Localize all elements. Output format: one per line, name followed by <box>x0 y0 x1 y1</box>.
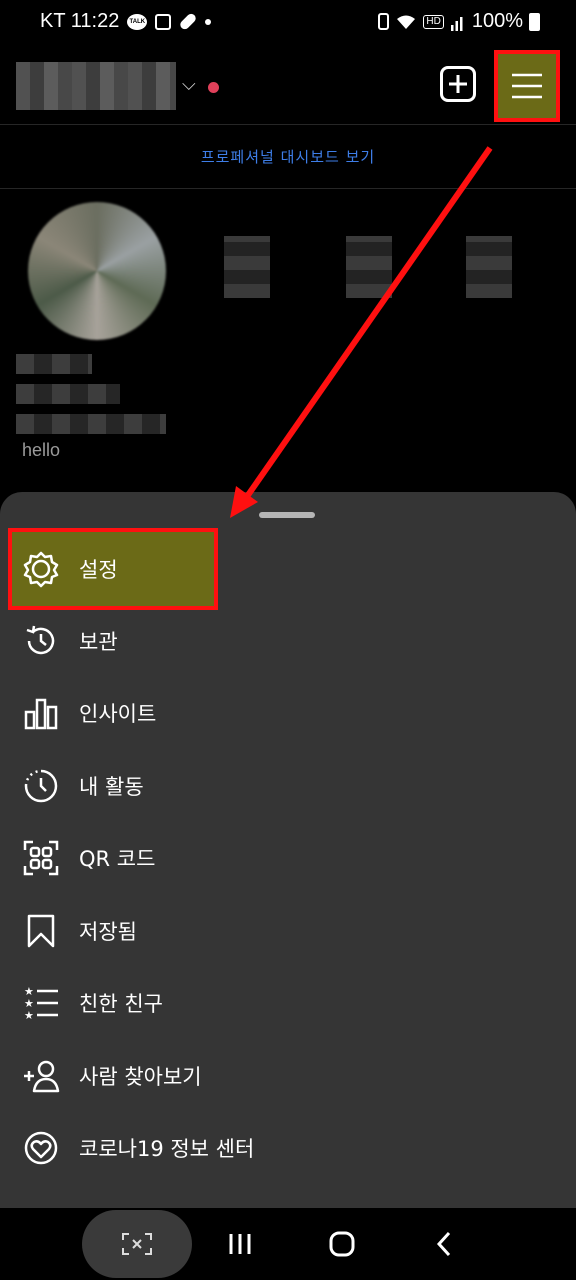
back-button[interactable] <box>424 1226 464 1262</box>
menu-item-your-activity[interactable]: 내 활동 <box>0 756 576 816</box>
plus-icon <box>449 75 467 93</box>
close-friends-icon: ★ ★ ★ <box>20 982 62 1024</box>
bookmark-icon <box>20 910 62 952</box>
menu-item-label: 저장됨 <box>79 920 137 944</box>
qr-code-icon <box>20 837 62 879</box>
sheet-drag-handle[interactable] <box>259 512 315 518</box>
menu-button[interactable] <box>494 50 560 122</box>
back-icon <box>436 1231 451 1257</box>
screen-capture-button[interactable] <box>82 1210 192 1278</box>
pill-icon <box>178 11 198 32</box>
menu-item-insights[interactable]: 인사이트 <box>0 683 576 743</box>
carrier-time: KT 11:22 <box>40 10 120 32</box>
bio-line-blurred <box>16 384 120 404</box>
recents-button[interactable] <box>220 1226 260 1262</box>
bottom-sheet-menu: 설정 보관 인사이트 내 활동 QR 코드 저장됨 ★ ★ ★ 친한 친구 사람… <box>0 492 576 1208</box>
signal-icon <box>450 16 463 31</box>
nfc-icon <box>378 13 390 30</box>
menu-item-settings[interactable]: 설정 <box>8 528 218 610</box>
discover-people-icon <box>20 1055 62 1097</box>
divider <box>0 124 576 125</box>
bio-line-blurred <box>16 414 166 434</box>
menu-item-label: 보관 <box>79 630 118 654</box>
menu-item-archive[interactable]: 보관 <box>0 611 576 671</box>
menu-item-label: 사람 찾아보기 <box>79 1065 202 1089</box>
chevron-down-icon[interactable]: ⌵ <box>182 74 196 95</box>
dot-icon <box>205 18 212 25</box>
notification-dot <box>208 82 219 93</box>
menu-item-close-friends[interactable]: ★ ★ ★ 친한 친구 <box>0 973 576 1033</box>
menu-item-saved[interactable]: 저장됨 <box>0 901 576 961</box>
menu-item-label: 설정 <box>79 558 118 582</box>
display-name-blurred <box>16 354 92 374</box>
wifi-icon <box>397 15 416 29</box>
status-bar: KT 11:22 TALK HD 100% <box>0 0 576 48</box>
covid-info-icon <box>20 1127 62 1169</box>
archive-icon <box>20 620 62 662</box>
home-button[interactable] <box>322 1226 362 1262</box>
home-icon <box>329 1231 355 1257</box>
battery-icon <box>529 12 540 31</box>
divider <box>0 188 576 189</box>
status-right: HD 100% <box>378 10 540 33</box>
recents-icon <box>229 1234 251 1254</box>
menu-item-qr-code[interactable]: QR 코드 <box>0 828 576 888</box>
menu-item-discover-people[interactable]: 사람 찾아보기 <box>0 1046 576 1106</box>
create-post-button[interactable] <box>440 66 476 102</box>
svg-text:★: ★ <box>24 1009 34 1022</box>
menu-item-label: QR 코드 <box>79 847 156 871</box>
hd-icon: HD <box>423 14 444 29</box>
followers-count-blurred[interactable] <box>346 236 392 298</box>
following-count-blurred[interactable] <box>466 236 512 298</box>
hamburger-icon <box>512 73 542 99</box>
menu-item-label: 코로나19 정보 센터 <box>79 1137 255 1161</box>
menu-item-label: 인사이트 <box>79 702 157 726</box>
menu-item-covid-info[interactable]: 코로나19 정보 센터 <box>0 1118 576 1178</box>
kakaotalk-icon: TALK <box>127 13 148 30</box>
username-blurred[interactable] <box>16 62 176 110</box>
screen: KT 11:22 TALK HD 100% ⌵ 프로페셔널 대시보드 보기 he… <box>0 0 576 1280</box>
screen-capture-icon <box>122 1233 152 1255</box>
battery-level: 100% <box>471 10 523 32</box>
menu-item-label: 내 활동 <box>79 775 144 799</box>
status-left: KT 11:22 TALK <box>40 10 212 33</box>
posts-count-blurred[interactable] <box>224 236 270 298</box>
system-nav-bar <box>0 1208 576 1280</box>
bio-fragment: hello <box>22 440 61 460</box>
activity-icon <box>20 765 62 807</box>
avatar[interactable] <box>28 202 166 340</box>
menu-item-label: 친한 친구 <box>79 992 163 1016</box>
gallery-icon <box>155 13 172 30</box>
professional-dashboard-link[interactable]: 프로페셔널 대시보드 보기 <box>0 146 576 167</box>
settings-icon <box>20 548 62 590</box>
insights-icon <box>20 692 62 734</box>
